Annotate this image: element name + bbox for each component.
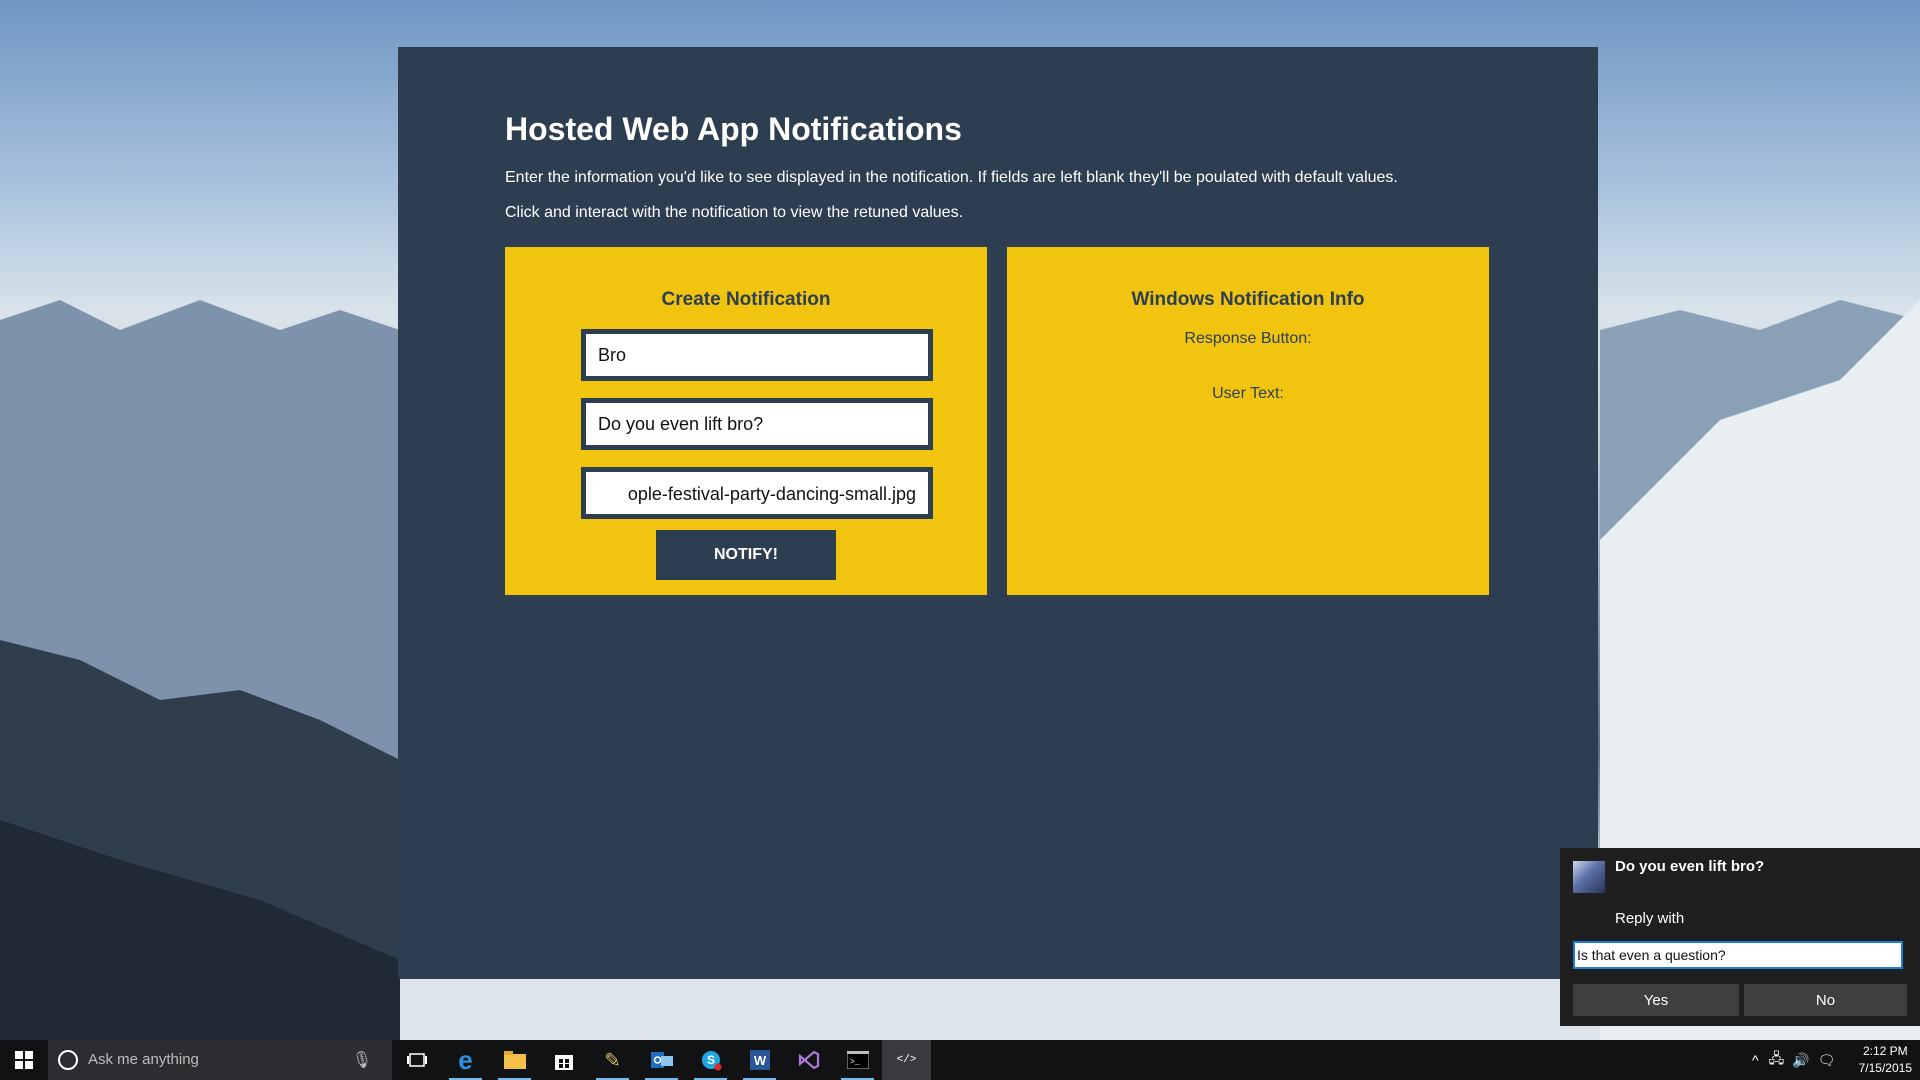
pin-app-icon[interactable]: ✎ bbox=[588, 1040, 637, 1080]
network-icon[interactable]: 🖧 bbox=[1769, 1048, 1785, 1072]
file-explorer-icon[interactable] bbox=[490, 1040, 539, 1080]
outlook-icon[interactable] bbox=[637, 1040, 686, 1080]
skype-icon[interactable]: S bbox=[686, 1040, 735, 1080]
windows-start-icon bbox=[15, 1051, 33, 1069]
notification-message-input[interactable] bbox=[581, 398, 933, 450]
microphone-icon[interactable]: 🎙 bbox=[352, 1050, 372, 1070]
interaction-hint-text: Click and interact with the notification… bbox=[505, 204, 964, 221]
notification-title-input[interactable] bbox=[581, 329, 933, 381]
toast-image-thumbnail bbox=[1573, 861, 1605, 893]
command-prompt-icon[interactable]: >_ bbox=[833, 1040, 882, 1080]
svg-text:S: S bbox=[706, 1053, 714, 1067]
search-placeholder: Ask me anything bbox=[88, 1051, 199, 1068]
user-text-label: User Text: bbox=[1212, 385, 1284, 402]
toast-title: Do you even lift bro? bbox=[1615, 858, 1765, 875]
response-button-label: Response Button: bbox=[1184, 330, 1312, 347]
store-icon[interactable] bbox=[539, 1040, 588, 1080]
show-hidden-icons-chevron-icon[interactable]: ^ bbox=[1752, 1052, 1759, 1068]
system-tray: ^ 🖧 🔊 🗨 bbox=[1752, 1040, 1835, 1080]
toast-no-button[interactable]: No bbox=[1744, 984, 1907, 1016]
toast-yes-button[interactable]: Yes bbox=[1573, 984, 1739, 1016]
clock-date: 7/15/2015 bbox=[1858, 1061, 1912, 1075]
notify-button[interactable]: NOTIFY! bbox=[656, 530, 836, 580]
edge-icon[interactable]: e bbox=[441, 1040, 490, 1080]
svg-text:W: W bbox=[753, 1053, 766, 1068]
image-input-value: ople-festival-party-dancing-small.jpg bbox=[627, 484, 916, 504]
cortana-search-box[interactable]: Ask me anything 🎙 bbox=[48, 1040, 392, 1080]
action-center-icon[interactable]: 🗨 bbox=[1818, 1052, 1836, 1069]
notification-info-panel: Windows Notification Info Response Butto… bbox=[1007, 247, 1489, 595]
notification-info-title: Windows Notification Info bbox=[1131, 289, 1365, 310]
toast-reply-input[interactable] bbox=[1573, 941, 1903, 969]
app-window: Hosted Web App Notifications Enter the i… bbox=[398, 47, 1598, 979]
page-title: Hosted Web App Notifications bbox=[505, 111, 962, 147]
volume-icon[interactable]: 🔊 bbox=[1792, 1052, 1809, 1069]
notification-image-input[interactable]: ople-festival-party-dancing-small.jpg bbox=[581, 467, 933, 519]
visual-studio-icon[interactable] bbox=[784, 1040, 833, 1080]
create-notification-panel: Create Notification ople-festival-party-… bbox=[505, 247, 987, 595]
toast-reply-label: Reply with bbox=[1615, 910, 1685, 927]
task-view-icon[interactable] bbox=[392, 1040, 441, 1080]
svg-text:>_: >_ bbox=[850, 1058, 860, 1067]
instructions-text: Enter the information you'd like to see … bbox=[505, 169, 1398, 186]
taskbar-clock[interactable]: 2:12 PM 7/15/2015 bbox=[1859, 1043, 1912, 1077]
toast-notification[interactable]: Do you even lift bro? Reply with Yes No bbox=[1560, 848, 1920, 1026]
start-button[interactable] bbox=[0, 1040, 48, 1080]
word-icon[interactable]: W bbox=[735, 1040, 784, 1080]
web-app-icon[interactable]: </> bbox=[882, 1040, 931, 1080]
clock-time: 2:12 PM bbox=[1862, 1044, 1908, 1058]
create-notification-title: Create Notification bbox=[661, 289, 831, 310]
taskbar: Ask me anything 🎙 e ✎ S W >_ </> ^ 🖧 🔊 🗨… bbox=[0, 1040, 1920, 1080]
cortana-icon bbox=[58, 1050, 78, 1070]
